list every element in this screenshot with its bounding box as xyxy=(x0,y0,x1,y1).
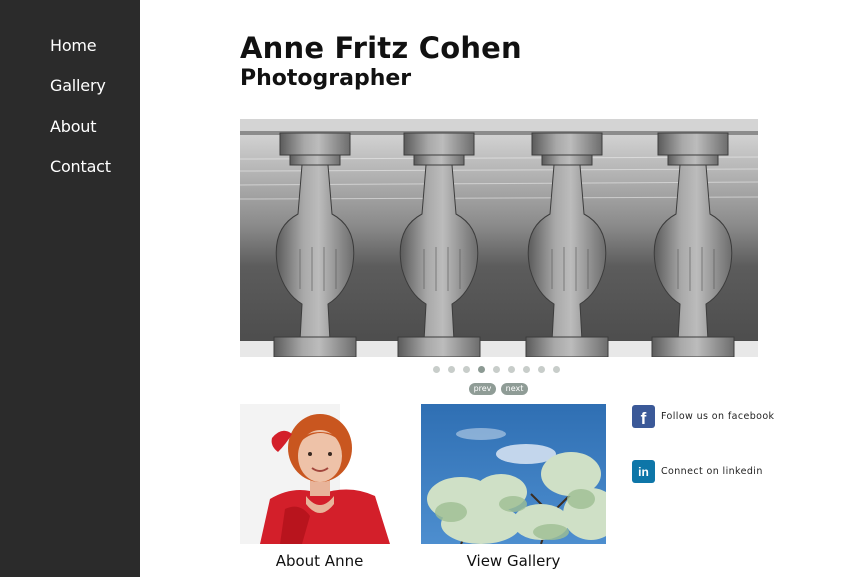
slide-dot-active[interactable] xyxy=(478,366,485,373)
next-button[interactable]: next xyxy=(501,383,528,395)
about-anne-link[interactable]: About Anne xyxy=(240,552,399,570)
facebook-icon: f xyxy=(632,405,655,428)
linkedin-link[interactable]: in Connect on linkedin xyxy=(632,460,763,483)
prev-button[interactable]: prev xyxy=(469,383,496,395)
nav-contact-link[interactable]: Contact xyxy=(50,157,111,177)
linkedin-icon: in xyxy=(632,460,655,483)
linkedin-link-text: Connect on linkedin xyxy=(661,466,763,477)
view-gallery-link[interactable]: View Gallery xyxy=(421,552,606,570)
about-tile-image[interactable] xyxy=(240,404,399,544)
nav-home-link[interactable]: Home xyxy=(50,36,97,56)
tree-sky-photo xyxy=(421,404,606,544)
slide-dot[interactable] xyxy=(493,366,500,373)
facebook-link[interactable]: f Follow us on facebook xyxy=(632,405,774,428)
gallery-tile-image[interactable] xyxy=(421,404,606,544)
slideshow-image[interactable] xyxy=(240,119,758,357)
facebook-link-text: Follow us on facebook xyxy=(661,411,775,422)
slide-dot[interactable] xyxy=(463,366,470,373)
slide-dot[interactable] xyxy=(523,366,530,373)
nav-gallery-link[interactable]: Gallery xyxy=(50,76,106,96)
slide-dot[interactable] xyxy=(538,366,545,373)
slide-dot[interactable] xyxy=(433,366,440,373)
sidebar: Home Gallery About Contact xyxy=(0,0,140,577)
site-title: Anne Fritz Cohen xyxy=(240,31,522,65)
slide-dot[interactable] xyxy=(448,366,455,373)
nav-about-link[interactable]: About xyxy=(50,117,97,137)
slide-dot[interactable] xyxy=(508,366,515,373)
slideshow-dots xyxy=(433,366,560,374)
slide-dot[interactable] xyxy=(553,366,560,373)
site-subtitle: Photographer xyxy=(240,66,412,91)
portrait-photo xyxy=(240,404,399,544)
balustrade-photo xyxy=(240,119,758,357)
